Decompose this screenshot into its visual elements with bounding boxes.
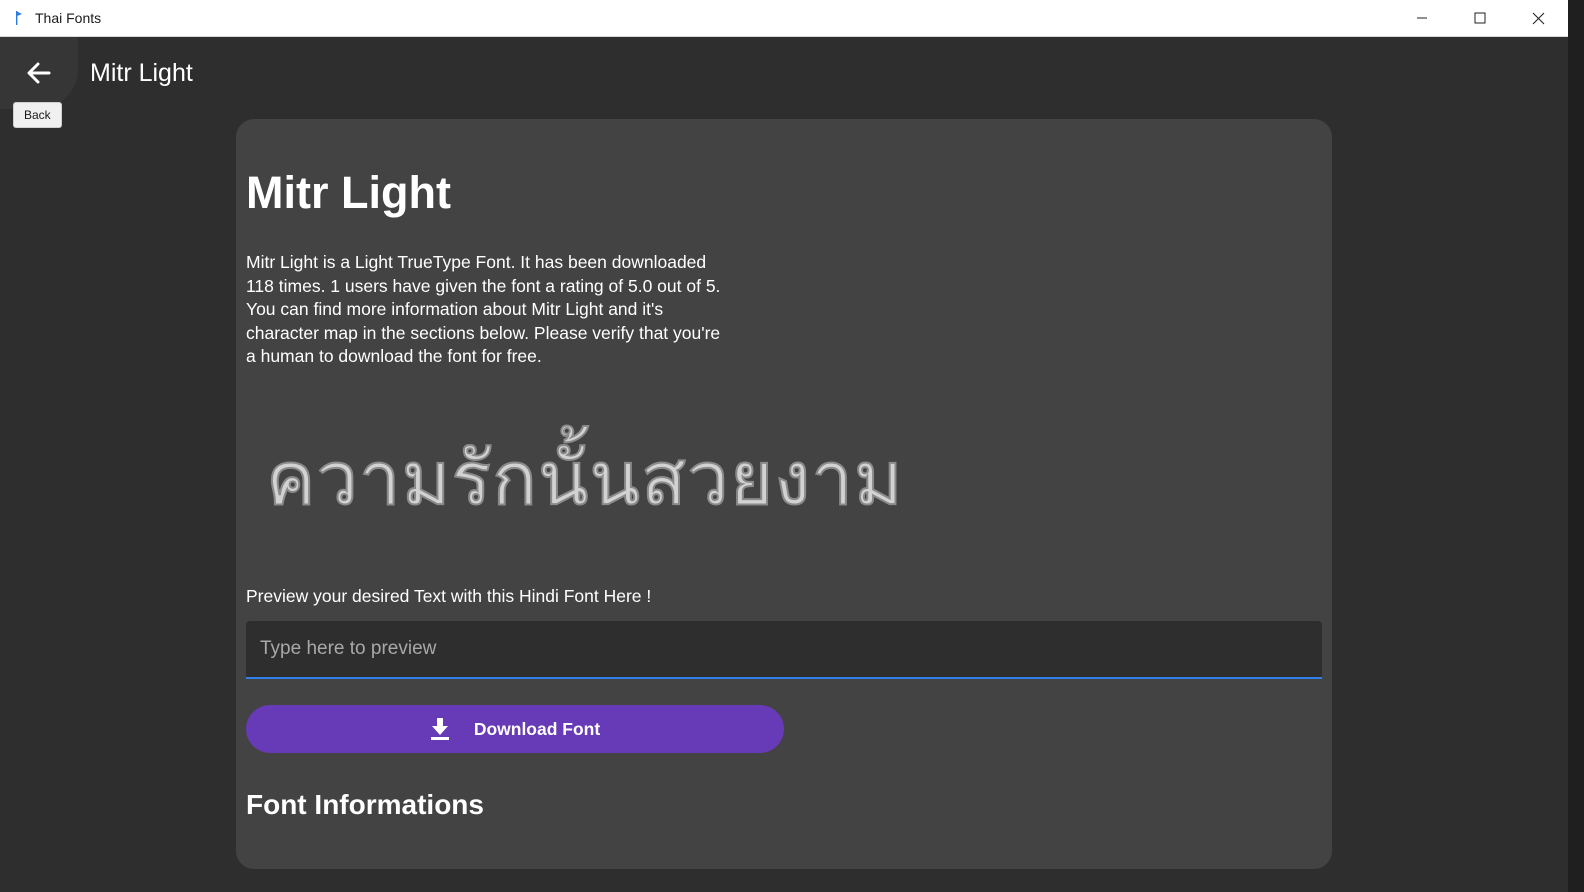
font-description: Mitr Light is a Light TrueType Font. It … bbox=[246, 252, 721, 367]
page-title: Mitr Light bbox=[90, 59, 193, 87]
download-icon bbox=[430, 718, 449, 740]
close-icon bbox=[1532, 12, 1544, 24]
maximize-icon bbox=[1474, 12, 1486, 24]
title-bar: Thai Fonts bbox=[0, 0, 1568, 37]
font-title: Mitr Light bbox=[246, 167, 451, 218]
app-window: Thai Fonts Mitr Light Back Mitr Light Mi… bbox=[0, 0, 1584, 892]
main-content: Mitr Light Back Mitr Light Mitr Light is… bbox=[0, 37, 1568, 892]
font-sample-preview: ความรักนั้นสวยงาม bbox=[265, 435, 904, 523]
arrow-left-icon bbox=[27, 62, 51, 84]
maximize-button[interactable] bbox=[1451, 0, 1509, 36]
back-button[interactable] bbox=[0, 37, 78, 109]
app-icon bbox=[16, 11, 22, 25]
minimize-button[interactable] bbox=[1393, 0, 1451, 36]
download-font-button[interactable]: Download Font bbox=[246, 705, 784, 753]
window-title: Thai Fonts bbox=[35, 10, 102, 26]
minimize-icon bbox=[1417, 17, 1427, 19]
back-tooltip: Back bbox=[13, 102, 62, 128]
download-button-label: Download Font bbox=[473, 718, 601, 739]
font-detail-card: Mitr Light Mitr Light is a Light TrueTyp… bbox=[236, 119, 1332, 869]
preview-text-input[interactable] bbox=[246, 621, 1322, 679]
font-informations-heading: Font Informations bbox=[246, 789, 484, 820]
preview-label: Preview your desired Text with this Hind… bbox=[246, 586, 652, 606]
desktop-edge bbox=[1568, 0, 1584, 892]
close-button[interactable] bbox=[1509, 0, 1567, 36]
